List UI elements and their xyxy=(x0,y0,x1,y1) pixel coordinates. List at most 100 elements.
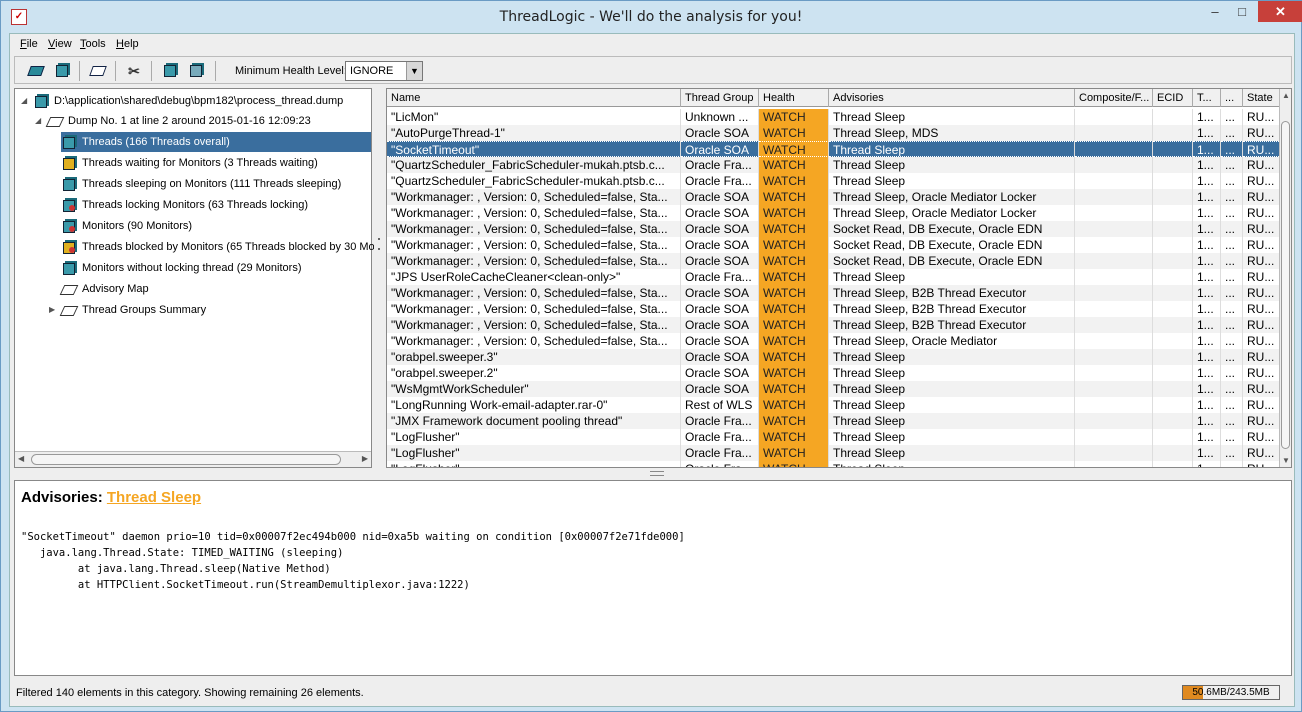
menu-view[interactable]: View xyxy=(48,38,72,50)
table-row[interactable]: "JMX Framework document pooling thread" O… xyxy=(387,413,1281,429)
cell-t: 1... xyxy=(1193,221,1221,237)
column-header-advisories[interactable]: Advisories xyxy=(829,89,1075,107)
open-cube-icon[interactable] xyxy=(51,60,73,82)
cube-a-icon[interactable] xyxy=(159,60,181,82)
tree-item-monitors[interactable]: Monitors (90 Monitors) xyxy=(61,216,192,236)
tree-item-waiting[interactable]: Threads waiting for Monitors (3 Threads … xyxy=(61,153,318,173)
table-row[interactable]: "Workmanager: , Version: 0, Scheduled=fa… xyxy=(387,205,1281,221)
table-row[interactable]: "LicMon" Unknown ... WATCH Thread Sleep 1...… xyxy=(387,109,1281,125)
column-header-composite[interactable]: Composite/F... xyxy=(1075,89,1153,107)
table-row[interactable]: "Workmanager: , Version: 0, Scheduled=fa… xyxy=(387,317,1281,333)
split-pane-divider[interactable] xyxy=(374,88,384,468)
cell-t: 1... xyxy=(1193,205,1221,221)
open-dump-icon[interactable] xyxy=(25,60,47,82)
threads-table[interactable]: Name Thread Group Health Advisories Comp… xyxy=(386,88,1292,468)
table-row[interactable]: "Workmanager: , Version: 0, Scheduled=fa… xyxy=(387,285,1281,301)
cell-health: WATCH xyxy=(759,349,829,365)
cell-composite xyxy=(1075,285,1153,301)
split-pane-divider-horizontal[interactable] xyxy=(14,470,1292,478)
table-row[interactable]: "JPS UserRoleCacheCleaner<clean-only>" Or… xyxy=(387,269,1281,285)
tree-dump[interactable]: ◢ Dump No. 1 at line 2 around 2015-01-16… xyxy=(35,111,311,131)
cell-name: "Workmanager: , Version: 0, Scheduled=fa… xyxy=(387,221,681,237)
minimize-button[interactable]: ‒ xyxy=(1202,1,1228,22)
tree-item-sleeping[interactable]: Threads sleeping on Monitors (111 Thread… xyxy=(61,174,341,194)
tree-item-monitors-without-lock[interactable]: Monitors without locking thread (29 Moni… xyxy=(61,258,301,278)
table-row[interactable]: "Workmanager: , Version: 0, Scheduled=fa… xyxy=(387,189,1281,205)
collapse-icon[interactable]: ◢ xyxy=(21,91,31,111)
tree-item-label: Monitors without locking thread (29 Moni… xyxy=(82,262,302,274)
menu-file[interactable]: File xyxy=(20,38,38,50)
cell-ecid xyxy=(1153,109,1193,125)
tree-root[interactable]: ◢ D:\application\shared\debug\bpm182\pro… xyxy=(21,91,343,111)
cell-ecid xyxy=(1153,189,1193,205)
cell-dots: ... xyxy=(1221,125,1243,141)
scroll-thumb[interactable] xyxy=(31,454,341,465)
tree-item-advisory-map[interactable]: Advisory Map xyxy=(61,279,149,299)
scroll-up-icon[interactable]: ▲ xyxy=(1282,91,1290,100)
table-row[interactable]: "QuartzScheduler_FabricScheduler-mukah.p… xyxy=(387,173,1281,189)
health-level-select[interactable]: IGNORE ▼ xyxy=(345,61,423,81)
table-row[interactable]: "LogFlusher"Oracle Fra...WATCHThread Sle… xyxy=(387,445,1281,461)
table-row[interactable]: "Workmanager: , Version: 0, Scheduled=fa… xyxy=(387,333,1281,349)
cell-ecid xyxy=(1153,397,1193,413)
column-header-t[interactable]: T... xyxy=(1193,89,1221,107)
cell-t: 1... xyxy=(1193,413,1221,429)
scroll-right-icon[interactable]: ▶ xyxy=(362,454,368,463)
tree-item-locking[interactable]: Threads locking Monitors (63 Threads loc… xyxy=(61,195,308,215)
advisory-map-icon xyxy=(61,281,77,297)
menu-help[interactable]: Help xyxy=(116,38,139,50)
tree-item-threads[interactable]: Threads (166 Threads overall) xyxy=(61,132,371,152)
cell-thread-group: Oracle SOA xyxy=(681,317,759,333)
table-row[interactable]: "QuartzScheduler_FabricScheduler-mukah.p… xyxy=(387,157,1281,173)
table-row[interactable]: "SocketTimeout" Oracle SOA WATCH Thread Sle… xyxy=(387,141,1281,157)
table-row[interactable]: "Workmanager: , Version: 0, Scheduled=fa… xyxy=(387,237,1281,253)
table-row[interactable]: "LogFlusher"Oracle Fra...WATCHThread Sle… xyxy=(387,461,1281,467)
scroll-thumb[interactable] xyxy=(1281,121,1290,449)
dump-tree[interactable]: ◢ D:\application\shared\debug\bpm182\pro… xyxy=(14,88,375,468)
column-header-name[interactable]: Name xyxy=(387,89,681,107)
memory-indicator[interactable]: 50.6MB/243.5MB xyxy=(1182,685,1280,700)
column-header-dots[interactable]: ... xyxy=(1221,89,1243,107)
scroll-down-icon[interactable]: ▼ xyxy=(1282,456,1290,465)
title-bar[interactable]: ✓ ThreadLogic - We'll do the analysis fo… xyxy=(1,1,1302,33)
table-row[interactable]: "LongRunning Work-email-adapter.rar-0" Re… xyxy=(387,397,1281,413)
chevron-down-icon[interactable]: ▼ xyxy=(406,62,422,80)
tree-item-thread-groups[interactable]: ▶ Thread Groups Summary xyxy=(49,300,206,320)
collapse-icon[interactable]: ◢ xyxy=(35,111,45,131)
cell-dots: ... xyxy=(1221,301,1243,317)
column-header-state[interactable]: State xyxy=(1243,89,1281,107)
cell-advisories: Thread Sleep, B2B Thread Executor xyxy=(829,285,1075,301)
advisory-link[interactable]: Thread Sleep xyxy=(107,489,201,506)
maximize-button[interactable]: □ xyxy=(1229,1,1255,22)
cell-dots: ... xyxy=(1221,253,1243,269)
cube-b-icon[interactable] xyxy=(185,60,207,82)
cell-state: RU... xyxy=(1243,237,1281,253)
column-header-health[interactable]: Health xyxy=(759,89,829,107)
cell-t: 1... xyxy=(1193,189,1221,205)
table-row[interactable]: "Workmanager: , Version: 0, Scheduled=fa… xyxy=(387,221,1281,237)
table-row[interactable]: "LogFlusher"Oracle Fra...WATCHThread Sle… xyxy=(387,429,1281,445)
table-row[interactable]: "orabpel.sweeper.3" Oracle SOA WATCH Thread… xyxy=(387,349,1281,365)
menu-tools[interactable]: Tools xyxy=(80,38,106,50)
scroll-left-icon[interactable]: ◀ xyxy=(18,454,24,463)
cell-name: "LongRunning Work-email-adapter.rar-0" xyxy=(387,397,681,413)
tools-icon[interactable]: ✂ xyxy=(123,60,145,82)
cell-composite xyxy=(1075,141,1153,157)
column-header-ecid[interactable]: ECID xyxy=(1153,89,1193,107)
tree-horizontal-scrollbar[interactable]: ◀ ▶ xyxy=(15,451,371,467)
diamond-icon[interactable] xyxy=(87,60,109,82)
table-row[interactable]: "Workmanager: , Version: 0, Scheduled=fa… xyxy=(387,253,1281,269)
column-header-thread-group[interactable]: Thread Group xyxy=(681,89,759,107)
cell-advisories: Socket Read, DB Execute, Oracle EDN xyxy=(829,237,1075,253)
table-row[interactable]: "AutoPurgeThread-1" Oracle SOA WATCH Thread… xyxy=(387,125,1281,141)
table-row[interactable]: "orabpel.sweeper.2" Oracle SOA WATCH Thread… xyxy=(387,365,1281,381)
table-row[interactable]: "Workmanager: , Version: 0, Scheduled=fa… xyxy=(387,301,1281,317)
cell-t: 1... xyxy=(1193,173,1221,189)
table-header: Name Thread Group Health Advisories Comp… xyxy=(387,89,1281,107)
table-row[interactable]: "WsMgmtWorkScheduler" Oracle SOA WATCH Thre… xyxy=(387,381,1281,397)
expand-icon[interactable]: ▶ xyxy=(49,300,59,320)
table-vertical-scrollbar[interactable]: ▲ ▼ xyxy=(1279,89,1291,467)
cell-health: WATCH xyxy=(759,301,829,317)
tree-item-blocked[interactable]: Threads blocked by Monitors (65 Threads … xyxy=(61,237,375,257)
close-button[interactable]: ✕ xyxy=(1258,1,1302,22)
